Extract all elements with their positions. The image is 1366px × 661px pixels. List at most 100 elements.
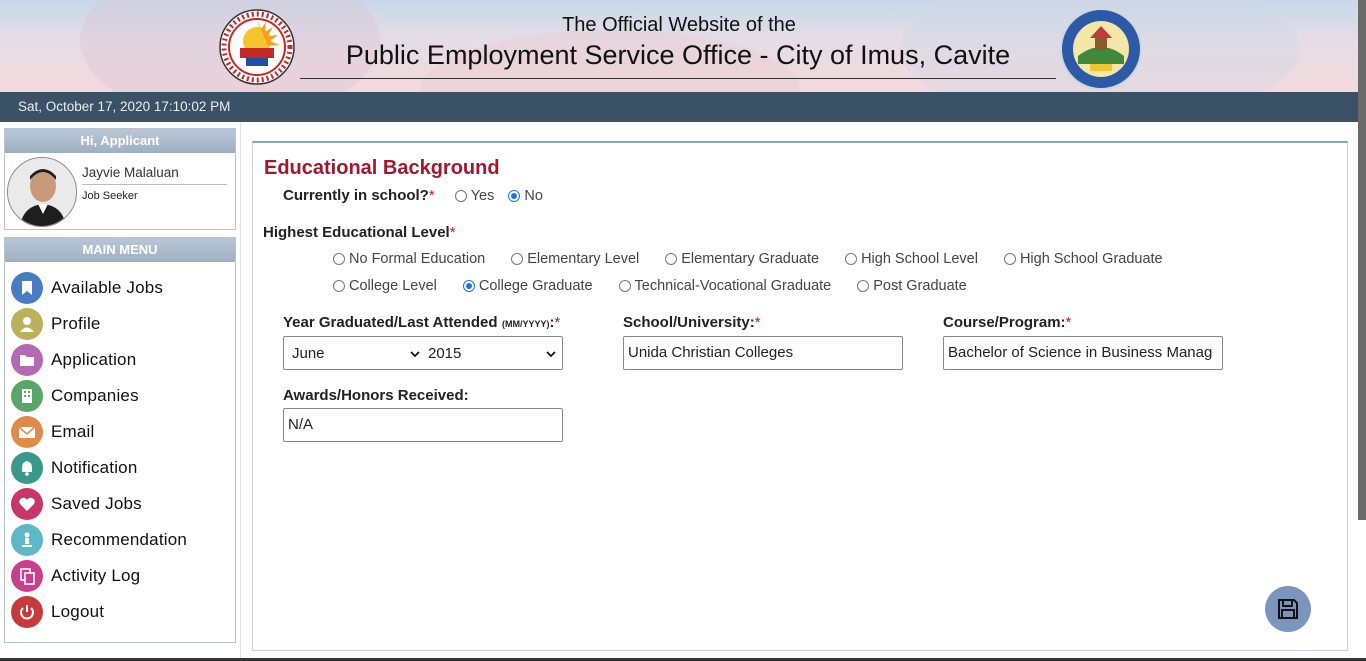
level-label: Highest Educational Level	[263, 224, 450, 241]
level-options-row-1: No Formal Education Elementary Level Ele…	[333, 251, 1163, 267]
menu-label: Logout	[51, 602, 105, 621]
building-icon	[11, 380, 43, 412]
radio-dot[interactable]	[462, 280, 475, 292]
radio-dot[interactable]	[333, 253, 345, 265]
copy-icon	[11, 560, 43, 592]
menu-label: Notification	[51, 458, 138, 477]
course-label: Course/Program:	[943, 314, 1066, 331]
floppy-disk-icon	[1278, 599, 1298, 619]
menu-item-saved-jobs[interactable]: Saved Jobs	[11, 488, 142, 520]
required-mark: *	[449, 224, 456, 241]
level-elementary-level-radio[interactable]: Elementary Level	[511, 251, 639, 267]
required-mark: *	[1065, 314, 1072, 331]
radio-label: Elementary Graduate	[681, 251, 820, 267]
year-label-row: Year Graduated/Last Attended (MM/YYYY):*	[283, 314, 561, 331]
folder-icon	[11, 344, 43, 376]
menu-label: Activity Log	[51, 566, 141, 585]
in-school-row: Currently in school? * Yes No	[283, 187, 543, 204]
page-scrollbar[interactable]	[1358, 0, 1366, 520]
year-select[interactable]: 2015	[428, 345, 461, 362]
required-mark: *	[754, 314, 761, 331]
level-options-row-2: College Level College Graduate Technical…	[333, 278, 967, 294]
menu-item-notification[interactable]: Notification	[11, 452, 138, 484]
radio-dot[interactable]	[454, 189, 467, 202]
level-label-row: Highest Educational Level*	[263, 224, 456, 242]
level-post-graduate-radio[interactable]: Post Graduate	[857, 278, 967, 294]
person-pin-icon	[11, 524, 43, 556]
header-divider	[300, 78, 1056, 79]
radio-label: No Formal Education	[349, 251, 486, 267]
section-title: Educational Background	[264, 157, 500, 179]
envelope-icon	[11, 416, 43, 448]
chevron-down-icon[interactable]	[410, 349, 420, 359]
radio-dot[interactable]	[1003, 253, 1016, 265]
level-college-level-radio[interactable]: College Level	[333, 278, 437, 294]
header-banner: The Official Website of the Public Emplo…	[0, 0, 1366, 92]
radio-dot[interactable]	[508, 189, 521, 202]
radio-dot[interactable]	[665, 253, 678, 265]
current-datetime: Sat, October 17, 2020 17:10:02 PM	[18, 99, 231, 114]
menu-item-activity-log[interactable]: Activity Log	[11, 560, 140, 592]
chevron-down-icon[interactable]	[546, 349, 556, 359]
level-tech-voc-graduate-radio[interactable]: Technical-Vocational Graduate	[618, 278, 831, 294]
level-elementary-graduate-radio[interactable]: Elementary Graduate	[665, 251, 819, 267]
save-button[interactable]	[1265, 586, 1311, 632]
course-input[interactable]: Bachelor of Science in Business Manag	[943, 336, 1223, 370]
awards-label-row: Awards/Honors Received:	[283, 387, 469, 405]
level-high-school-graduate-radio[interactable]: High School Graduate	[1003, 251, 1163, 267]
menu-item-companies[interactable]: Companies	[11, 380, 139, 412]
school-input[interactable]: Unida Christian Colleges	[623, 336, 903, 370]
menu-item-application[interactable]: Application	[11, 344, 136, 376]
radio-label: Yes	[470, 187, 495, 204]
school-label: School/University:	[623, 314, 755, 331]
power-icon	[11, 596, 43, 628]
user-icon	[11, 308, 43, 340]
header-title: Public Employment Service Office - City …	[345, 40, 1011, 70]
user-card: Hi, Applicant Jayvie Malaluan Job Seeker	[4, 128, 236, 230]
radio-label: High School Graduate	[1019, 251, 1163, 267]
menu-item-available-jobs[interactable]: Available Jobs	[11, 272, 163, 304]
radio-dot[interactable]	[845, 253, 858, 265]
awards-label: Awards/Honors Received:	[283, 387, 469, 404]
level-high-school-level-radio[interactable]: High School Level	[845, 251, 978, 267]
required-mark: *	[554, 314, 561, 331]
radio-dot[interactable]	[333, 280, 345, 292]
level-no-formal-education-radio[interactable]: No Formal Education	[333, 251, 485, 267]
imus-city-seal	[1060, 8, 1142, 90]
main-menu: MAIN MENU Available Jobs Profile Applica…	[4, 237, 236, 643]
header-subtitle: The Official Website of the	[562, 14, 796, 36]
user-name: Jayvie Malaluan	[82, 165, 227, 185]
level-college-graduate-radio[interactable]: College Graduate	[462, 278, 593, 294]
in-school-no-radio[interactable]: No	[508, 188, 543, 204]
radio-dot[interactable]	[857, 280, 870, 292]
menu-label: Email	[51, 422, 95, 441]
course-label-row: Course/Program:*	[943, 314, 1071, 332]
year-format-hint: (MM/YYYY)	[501, 319, 550, 329]
menu-item-recommendation[interactable]: Recommendation	[11, 524, 187, 556]
menu-item-logout[interactable]: Logout	[11, 596, 104, 628]
menu-label: Available Jobs	[51, 278, 164, 297]
sidebar-divider	[240, 122, 241, 661]
menu-label: Saved Jobs	[51, 494, 142, 513]
menu-item-profile[interactable]: Profile	[11, 308, 101, 340]
required-mark: *	[428, 187, 435, 204]
radio-dot[interactable]	[511, 253, 524, 265]
radio-label: No	[524, 187, 543, 204]
radio-label: Post Graduate	[873, 278, 967, 294]
menu-item-email[interactable]: Email	[11, 416, 95, 448]
month-select[interactable]: June	[292, 345, 325, 362]
avatar[interactable]	[7, 157, 77, 227]
radio-label: College Graduate	[478, 278, 593, 294]
educational-background-panel: Educational Background Currently in scho…	[252, 141, 1348, 651]
main-menu-heading: MAIN MENU	[5, 238, 235, 262]
radio-dot[interactable]	[618, 280, 631, 292]
in-school-yes-radio[interactable]: Yes	[454, 187, 495, 204]
awards-input[interactable]: N/A	[283, 408, 563, 442]
in-school-label: Currently in school?	[283, 187, 429, 204]
heart-icon	[11, 488, 43, 520]
menu-label: Profile	[51, 314, 101, 333]
radio-label: College Level	[349, 278, 437, 294]
year-label: Year Graduated/Last Attended	[283, 314, 498, 331]
graduation-date-select: June 2015	[283, 336, 563, 370]
greeting-header: Hi, Applicant	[5, 129, 235, 153]
